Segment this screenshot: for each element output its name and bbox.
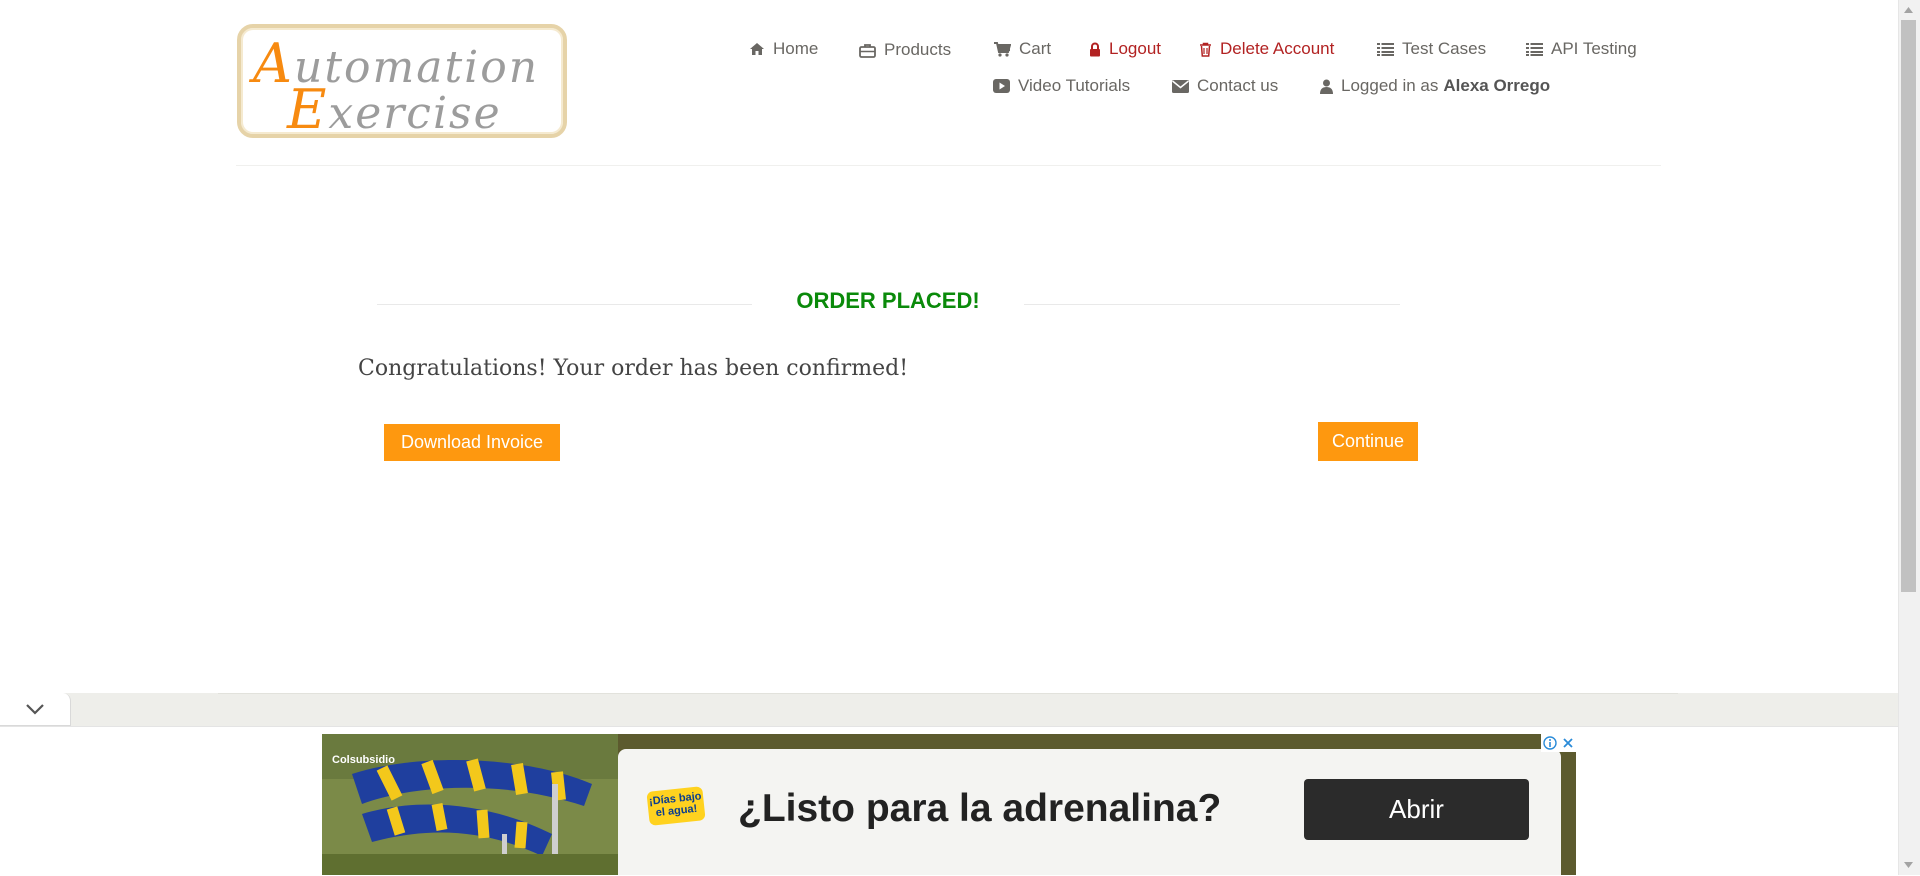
- chevron-down-icon: [26, 704, 44, 715]
- home-icon: [750, 43, 764, 55]
- logo-text-line2: Exercise: [287, 78, 502, 141]
- nav-contact-us-label: Contact us: [1197, 76, 1279, 95]
- ad-controls: [1541, 734, 1576, 752]
- download-invoice-button[interactable]: Download Invoice: [384, 424, 560, 461]
- close-icon[interactable]: [1562, 737, 1574, 749]
- nav-logout[interactable]: Logout: [1089, 39, 1161, 59]
- nav-logout-label: Logout: [1109, 39, 1161, 58]
- cart-icon: [994, 41, 1011, 57]
- ad-collapse-toggle[interactable]: [0, 693, 71, 726]
- ad-brand: Colsubsidio: [332, 754, 395, 766]
- nav-cart-label: Cart: [1019, 39, 1052, 58]
- continue-button[interactable]: Continue: [1318, 422, 1418, 461]
- footer-edge: [218, 693, 1678, 694]
- ad-image: Colsubsidio: [322, 734, 618, 875]
- nav-api-testing[interactable]: API Testing: [1526, 39, 1637, 59]
- nav-video-tutorials-label: Video Tutorials: [1018, 76, 1131, 95]
- nav-test-cases[interactable]: Test Cases: [1377, 39, 1486, 59]
- nav-api-testing-label: API Testing: [1551, 39, 1637, 58]
- scroll-down-arrow[interactable]: [1901, 858, 1916, 872]
- nav-delete-account-label: Delete Account: [1220, 39, 1335, 58]
- site-logo[interactable]: Automation Exercise: [237, 24, 567, 141]
- nav-cart[interactable]: Cart: [994, 39, 1051, 59]
- nav-video-tutorials[interactable]: Video Tutorials: [993, 76, 1130, 96]
- nav-home-label: Home: [773, 39, 819, 58]
- ad-headline: ¿Listo para la adrenalina?: [738, 787, 1222, 830]
- bottom-band: [0, 693, 1898, 726]
- envelope-icon: [1172, 79, 1189, 93]
- briefcase-icon: [859, 43, 876, 58]
- nav-test-cases-label: Test Cases: [1402, 39, 1487, 58]
- caret-down-icon: [1904, 862, 1913, 868]
- nav-contact-us[interactable]: Contact us: [1172, 76, 1278, 96]
- list-icon: [1526, 43, 1543, 56]
- scroll-up-arrow[interactable]: [1901, 3, 1916, 17]
- logged-in-user: Alexa Orrego: [1443, 76, 1551, 95]
- lock-icon: [1090, 42, 1100, 56]
- ad-open-button[interactable]: Abrir: [1304, 779, 1529, 840]
- adchoices-icon[interactable]: [1543, 736, 1557, 750]
- scrollbar-thumb[interactable]: [1901, 20, 1916, 592]
- advertisement-banner[interactable]: Colsubsidio ¡Días bajo el agua! ¿Listo p…: [322, 734, 1576, 875]
- trash-icon: [1200, 42, 1211, 57]
- nav-home[interactable]: Home: [749, 39, 818, 59]
- order-placed-title: ORDER PLACED!: [796, 288, 980, 313]
- user-icon: [1320, 79, 1333, 94]
- nav-products[interactable]: Products: [859, 40, 951, 60]
- logged-in-prefix: Logged in as: [1341, 76, 1439, 95]
- nav-delete-account[interactable]: Delete Account: [1199, 39, 1334, 59]
- ad-card: ¡Días bajo el agua! ¿Listo para la adren…: [618, 749, 1561, 875]
- order-confirmation-message: Congratulations! Your order has been con…: [358, 356, 909, 381]
- nav-products-label: Products: [884, 40, 952, 59]
- ad-badge: ¡Días bajo el agua!: [646, 786, 706, 826]
- caret-up-icon: [1904, 7, 1913, 13]
- nav-logged-in-as: Logged in as Alexa Orrego: [1320, 76, 1550, 96]
- header-divider: [236, 165, 1661, 166]
- youtube-icon: [993, 79, 1010, 93]
- list-icon: [1377, 43, 1394, 56]
